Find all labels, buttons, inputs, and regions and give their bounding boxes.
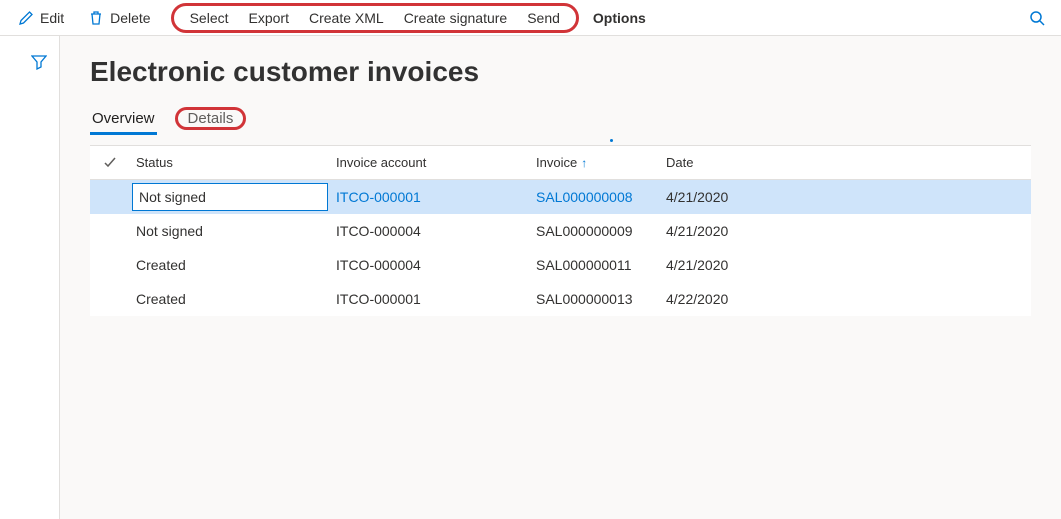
pencil-icon xyxy=(18,10,34,26)
edit-label: Edit xyxy=(40,10,64,26)
tab-strip: Overview Details xyxy=(90,106,1031,131)
tab-details[interactable]: Details xyxy=(175,107,247,130)
cell-invoice-account: ITCO-000004 xyxy=(330,223,530,239)
create-xml-button[interactable]: Create XML xyxy=(299,6,394,30)
table-row[interactable]: Not signedITCO-000001SAL0000000084/21/20… xyxy=(90,180,1031,214)
col-status[interactable]: Status xyxy=(130,155,330,170)
cell-date: 4/21/2020 xyxy=(660,257,800,273)
col-date[interactable]: Date xyxy=(660,155,800,170)
cell-invoice[interactable]: SAL000000008 xyxy=(530,189,660,205)
send-button[interactable]: Send xyxy=(517,6,570,30)
grid-header-row: Status Invoice account Invoice ↑ Date xyxy=(90,146,1031,180)
indicator-dot xyxy=(610,139,613,142)
grid-body: Not signedITCO-000001SAL0000000084/21/20… xyxy=(90,180,1031,316)
checkmark-icon xyxy=(103,156,117,170)
options-button[interactable]: Options xyxy=(583,6,656,30)
search-icon xyxy=(1029,10,1045,26)
funnel-icon xyxy=(31,54,47,70)
table-row[interactable]: Not signedITCO-000004SAL0000000094/21/20… xyxy=(90,214,1031,248)
trash-icon xyxy=(88,10,104,26)
cell-invoice: SAL000000009 xyxy=(530,223,660,239)
cell-status: Not signed xyxy=(132,183,328,211)
tab-overview[interactable]: Overview xyxy=(90,106,157,131)
cell-date: 4/21/2020 xyxy=(660,223,800,239)
edit-button[interactable]: Edit xyxy=(8,6,74,30)
table-row[interactable]: CreatedITCO-000004SAL0000000114/21/2020 xyxy=(90,248,1031,282)
table-row[interactable]: CreatedITCO-000001SAL0000000134/22/2020 xyxy=(90,282,1031,316)
cell-status: Not signed xyxy=(130,223,330,239)
main-area: Electronic customer invoices Overview De… xyxy=(0,36,1061,519)
highlighted-action-group: Select Export Create XML Create signatur… xyxy=(171,3,579,33)
export-button[interactable]: Export xyxy=(239,6,299,30)
cell-invoice-account[interactable]: ITCO-000001 xyxy=(330,189,530,205)
col-invoice-account[interactable]: Invoice account xyxy=(330,155,530,170)
cell-status: Created xyxy=(130,257,330,273)
cell-date: 4/22/2020 xyxy=(660,291,800,307)
cell-invoice-account: ITCO-000004 xyxy=(330,257,530,273)
select-all-checkbox[interactable] xyxy=(90,156,130,170)
cell-invoice-account: ITCO-000001 xyxy=(330,291,530,307)
content-pane: Electronic customer invoices Overview De… xyxy=(60,36,1061,519)
select-button[interactable]: Select xyxy=(180,6,239,30)
cell-date: 4/21/2020 xyxy=(660,189,800,205)
page-title: Electronic customer invoices xyxy=(90,56,1031,88)
search-button[interactable] xyxy=(1021,6,1053,30)
cell-invoice: SAL000000013 xyxy=(530,291,660,307)
create-signature-button[interactable]: Create signature xyxy=(394,6,518,30)
sort-asc-icon: ↑ xyxy=(581,156,587,170)
toolbar: Edit Delete Select Export Create XML Cre… xyxy=(0,0,1061,36)
filter-button[interactable] xyxy=(31,54,47,519)
delete-label: Delete xyxy=(110,10,150,26)
data-grid: Status Invoice account Invoice ↑ Date No… xyxy=(90,145,1031,316)
delete-button[interactable]: Delete xyxy=(78,6,160,30)
col-invoice[interactable]: Invoice ↑ xyxy=(530,155,660,170)
cell-status: Created xyxy=(130,291,330,307)
cell-invoice: SAL000000011 xyxy=(530,257,660,273)
left-gutter xyxy=(0,36,60,519)
